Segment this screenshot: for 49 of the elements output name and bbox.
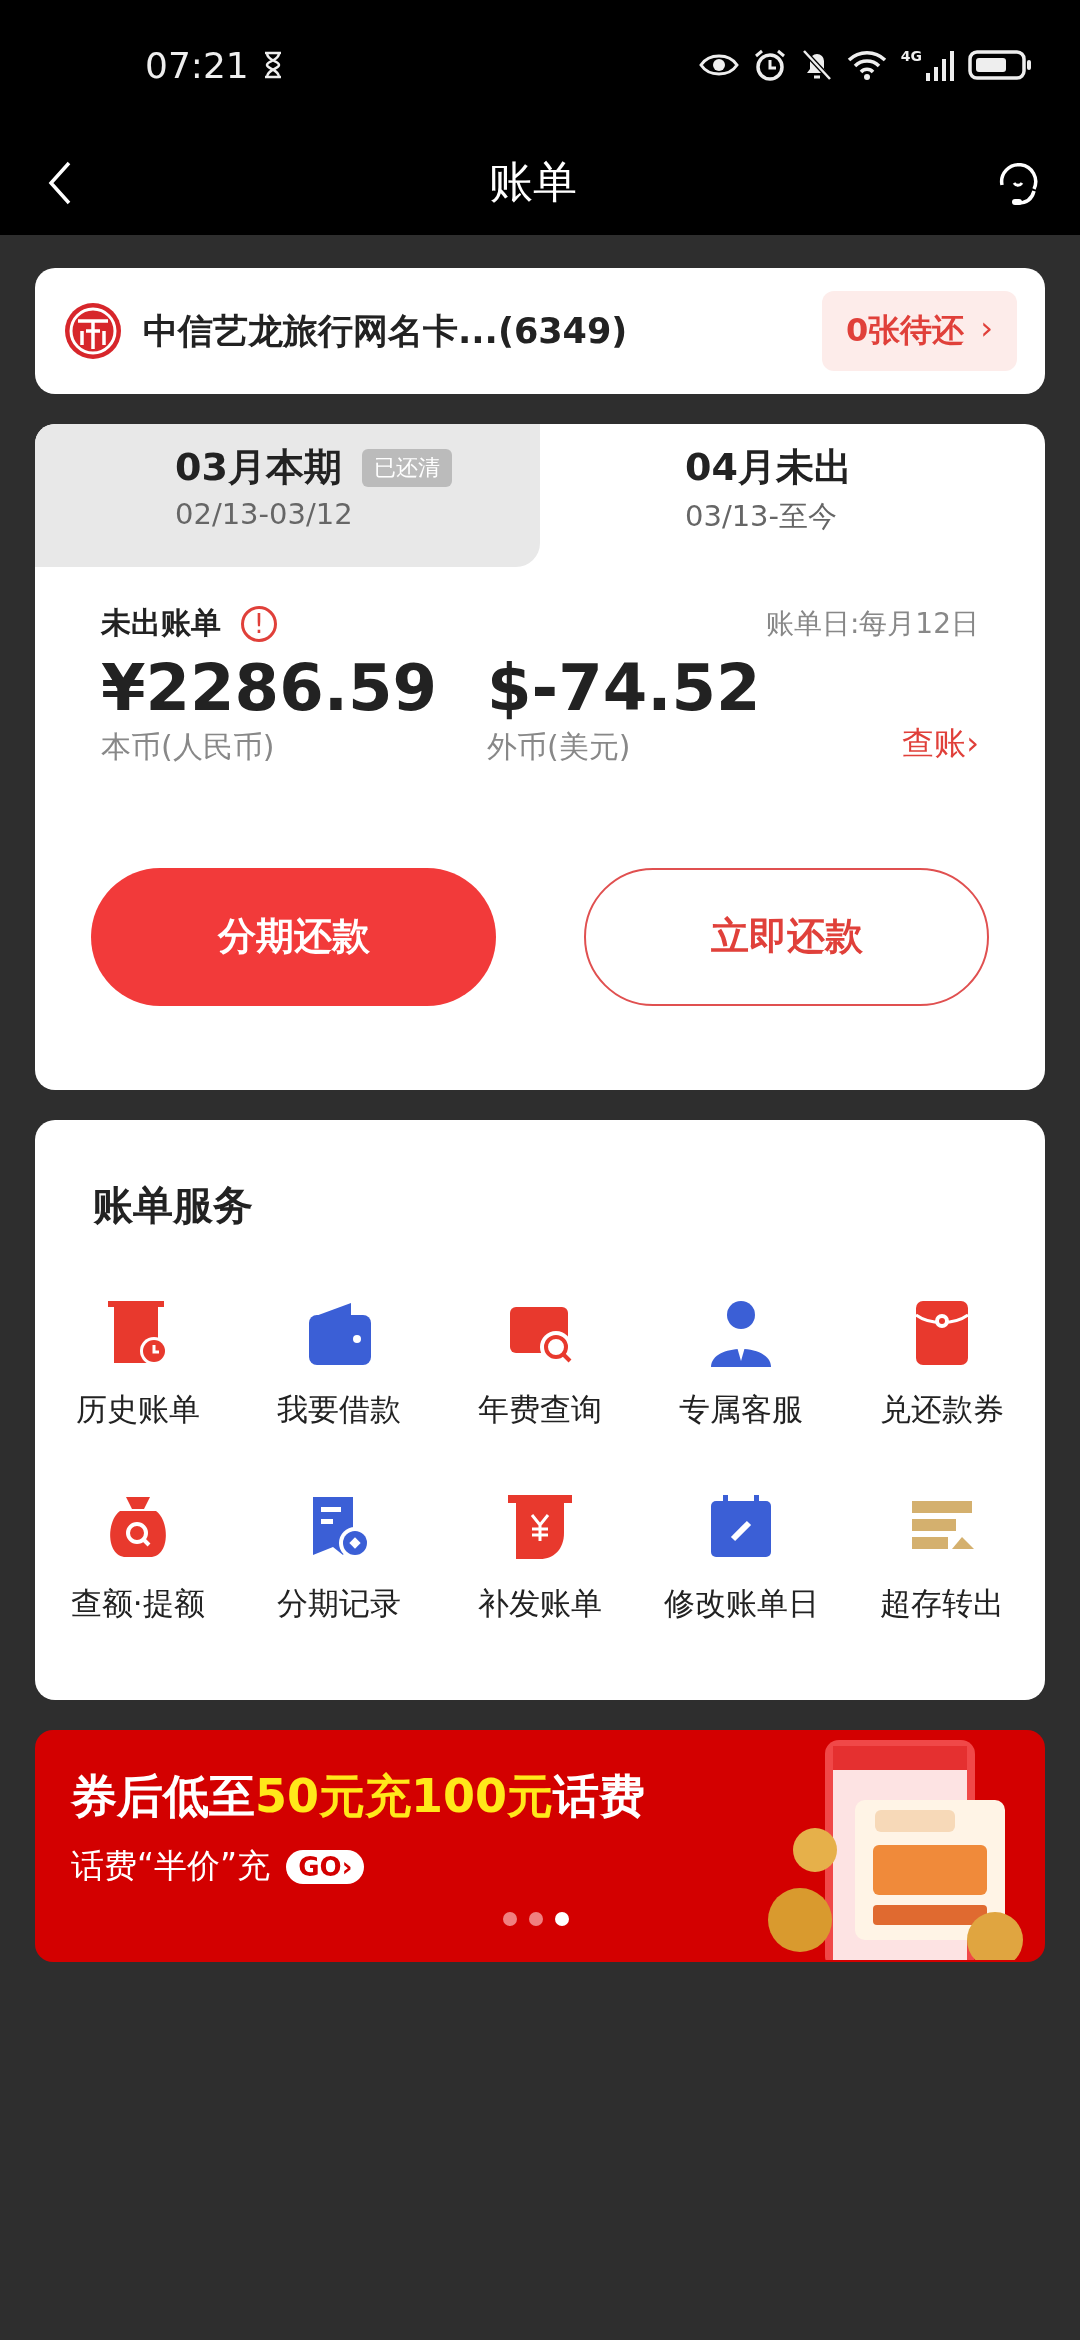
page-title: 账单: [489, 155, 577, 209]
amount: ¥2286.59: [101, 650, 438, 727]
service-item[interactable]: 年费查询: [439, 1297, 641, 1431]
section-title: 账单服务: [93, 1181, 253, 1230]
service-item[interactable]: 分期记录: [238, 1491, 440, 1625]
period-range: 03/13-至今: [685, 498, 839, 535]
service-item[interactable]: 兑还款券: [841, 1297, 1043, 1431]
go-button[interactable]: GO›: [286, 1849, 365, 1884]
service-item[interactable]: 我要借款: [238, 1297, 440, 1431]
promo-subline: 话费“半价”充: [71, 1845, 271, 1887]
period-title: 03月本期: [175, 444, 342, 491]
battery-icon: [968, 49, 1032, 81]
carousel-dot[interactable]: [503, 1912, 517, 1926]
muted-bell-icon: [800, 48, 833, 82]
bill-label: 未出账单: [101, 604, 221, 642]
service-item[interactable]: 查额·提额: [37, 1491, 239, 1625]
repay-button[interactable]: 立即还款: [584, 867, 989, 1006]
pending-bills-button[interactable]: 0张待还 ›: [821, 291, 1017, 371]
status-time: 07:21: [145, 44, 249, 86]
currency-label: 本币(人民币): [101, 727, 276, 766]
service-item[interactable]: 历史账单: [37, 1297, 239, 1431]
period-tab[interactable]: 04月未出 03/13-至今: [540, 424, 1045, 567]
network-label: 4G: [900, 48, 922, 64]
service-item[interactable]: 补发账单: [439, 1491, 641, 1625]
signal-icon: [926, 49, 954, 81]
bill-day: 账单日:每月12日: [765, 604, 979, 643]
bank-logo-icon: [63, 301, 123, 361]
check-bill-link[interactable]: 查账›: [902, 721, 979, 766]
card-name: 中信艺龙旅行网名卡...(6349): [143, 309, 629, 353]
warning-icon[interactable]: !: [241, 605, 277, 642]
promo-headline: 券后低至50元充100元话费: [71, 1768, 646, 1825]
carousel-dot[interactable]: [529, 1912, 543, 1926]
promo-banner[interactable]: 券后低至50元充100元话费 话费“半价”充 GO›: [35, 1730, 1045, 1962]
repay-button[interactable]: 分期还款: [91, 867, 496, 1006]
service-item[interactable]: 修改账单日: [640, 1491, 842, 1625]
alarm-icon: [752, 48, 787, 82]
period-tab[interactable]: 03月本期 已还清 02/13-03/12: [35, 424, 540, 567]
currency-label: 外币(美元): [487, 727, 632, 766]
carousel-dot[interactable]: [555, 1912, 569, 1926]
service-item[interactable]: 专属客服: [640, 1297, 842, 1431]
hourglass-icon: [262, 51, 283, 79]
wifi-icon: [846, 49, 887, 81]
service-item[interactable]: 超存转出: [841, 1491, 1043, 1625]
status-badge: 已还清: [361, 448, 452, 487]
period-title: 04月未出: [685, 444, 852, 491]
eye-icon: [698, 52, 739, 78]
back-icon[interactable]: [48, 160, 72, 205]
amount: $-74.52: [487, 650, 761, 727]
period-range: 02/13-03/12: [175, 497, 354, 531]
